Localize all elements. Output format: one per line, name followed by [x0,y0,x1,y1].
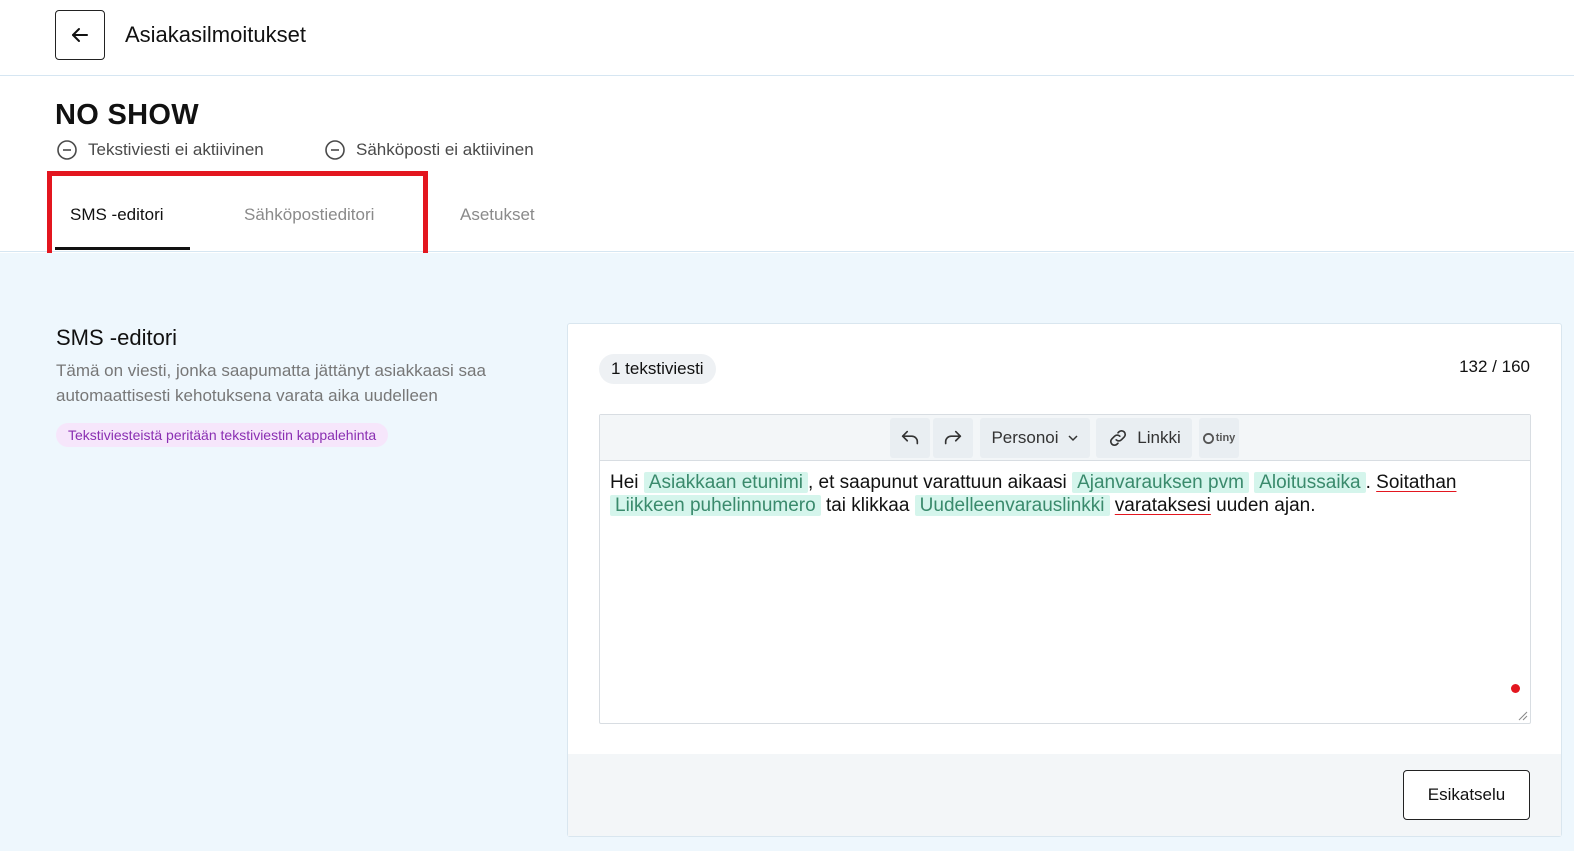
arrow-left-icon [72,28,88,42]
personalize-label: Personoi [991,428,1059,447]
minus-circle-icon [325,140,345,160]
sms-status-label: Tekstiviesti ei aktiivinen [88,140,264,159]
text-segment: Hei [610,472,644,493]
page-title: NO SHOW [55,99,199,131]
back-button[interactable] [55,10,105,60]
section-title: SMS -editori [56,325,178,350]
card-footer: Esikatselu [568,754,1561,836]
text-segment: uuden ajan. [1210,495,1316,516]
misspelled-word: varataksesi [1114,495,1211,516]
email-status-label: Sähköposti ei aktiivinen [356,140,534,159]
editor-content[interactable]: Hei Asiakkaan etunimi, et saapunut varat… [610,471,1515,517]
link-icon [1110,429,1127,447]
tab-settings[interactable]: Asetukset [460,205,535,225]
page-header: NO SHOW Tekstiviesti ei aktiivinen Sähkö… [0,77,1574,259]
tiny-label: tiny [1215,432,1236,444]
editor-toolbar: Personoi Linkki tiny [600,415,1530,461]
text-segment: . [1365,472,1377,493]
sms-status: Tekstiviesti ei aktiivinen [56,139,264,161]
undo-icon [901,430,919,445]
placeholder-tag-phone[interactable]: Liikkeen puhelinnumero [610,495,821,516]
tiny-logo-button[interactable]: tiny [1199,418,1239,458]
sms-editor-card: 1 tekstiviesti 132 / 160 Personoi Linkki… [567,323,1562,837]
placeholder-tag-date[interactable]: Ajanvarauksen pvm [1072,472,1249,493]
sms-text-editor[interactable]: Personoi Linkki tiny Hei Asiakkaan etuni… [599,414,1531,724]
status-dot [1511,684,1520,693]
preview-button[interactable]: Esikatselu [1403,770,1530,820]
redo-icon [944,430,962,445]
personalize-dropdown[interactable]: Personoi [980,418,1090,458]
tiny-logo-icon [1202,432,1214,444]
section-description: Tämä on viesti, jonka saapumatta jättäny… [56,361,486,405]
link-button[interactable]: Linkki [1096,418,1192,458]
app-title: Asiakasilmoitukset [125,22,306,47]
email-status: Sähköposti ei aktiivinen [324,139,534,161]
placeholder-tag-start-time[interactable]: Aloitussaika [1254,472,1366,493]
placeholder-tag-rebook-link[interactable]: Uudelleenvarauslinkki [914,495,1110,516]
undo-button[interactable] [890,418,930,458]
placeholder-tag-first-name[interactable]: Asiakkaan etunimi [643,472,808,493]
text-segment: tai klikkaa [820,495,915,516]
tab-email-editor[interactable]: Sähköpostieditori [244,205,374,225]
tab-sms-editor[interactable]: SMS -editori [70,205,164,225]
price-note-badge: Tekstiviesteistä peritään tekstiviestin … [56,423,389,447]
minus-circle-icon [57,140,77,160]
active-tab-indicator [55,247,190,250]
chevron-down-icon [1068,435,1078,442]
text-segment: , et saapunut varattuun aikaasi [808,472,1073,493]
redo-button[interactable] [933,418,973,458]
message-count-badge: 1 tekstiviesti [599,354,716,384]
resize-handle-icon[interactable] [1516,709,1528,721]
top-bar: Asiakasilmoitukset [0,0,1574,76]
character-counter: 132 / 160 [1459,357,1530,376]
main-content: SMS -editori Tämä on viesti, jonka saapu… [0,253,1574,851]
misspelled-word: Soitathan [1376,472,1457,493]
link-label: Linkki [1137,428,1181,447]
